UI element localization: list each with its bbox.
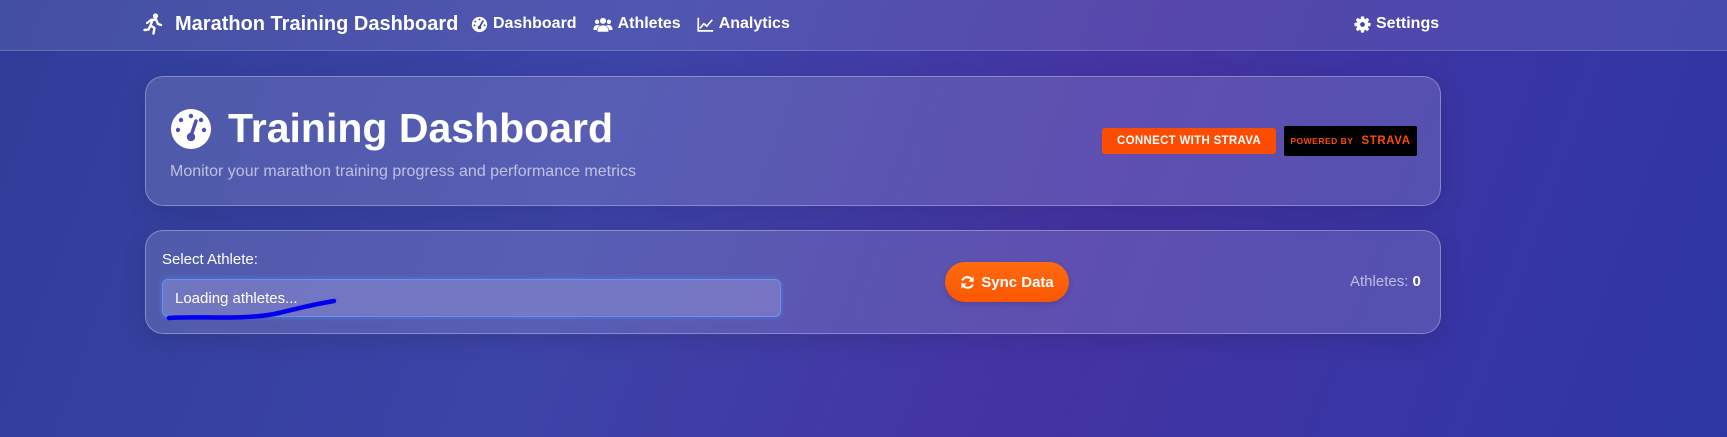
- nav-athletes[interactable]: Athletes: [593, 15, 681, 33]
- nav-athletes-label: Athletes: [617, 15, 681, 32]
- strava-logo-text: STRAVA: [1361, 135, 1411, 147]
- athlete-select-value: Loading athletes...: [175, 289, 298, 307]
- line-chart-icon: [697, 17, 713, 32]
- connect-strava-button[interactable]: CONNECT WITH STRAVA: [1102, 128, 1276, 154]
- nav-dashboard[interactable]: Dashboard: [471, 15, 577, 33]
- gauge-icon: [471, 16, 488, 32]
- running-person-icon: [143, 13, 163, 35]
- gear-icon: [1354, 15, 1371, 33]
- page-title-row: Training Dashboard: [170, 105, 613, 152]
- page-title: Training Dashboard: [228, 105, 613, 151]
- sync-data-button[interactable]: Sync Data: [945, 262, 1069, 302]
- nav-analytics[interactable]: Analytics: [697, 15, 790, 33]
- athlete-count-value: 0: [1412, 273, 1421, 290]
- page-subtitle: Monitor your marathon training progress …: [170, 163, 636, 180]
- athlete-select-dropdown[interactable]: Loading athletes...: [162, 279, 781, 317]
- nav-analytics-label: Analytics: [718, 15, 790, 32]
- nav-settings-label: Settings: [1376, 15, 1440, 32]
- dashboard-header-card: Training Dashboard Monitor your marathon…: [145, 76, 1441, 206]
- nav-dashboard-label: Dashboard: [493, 15, 577, 32]
- top-navbar: Marathon Training Dashboard Dashboard At…: [0, 0, 1727, 51]
- brand-title: Marathon Training Dashboard: [175, 12, 459, 35]
- nav-settings[interactable]: Settings: [1354, 12, 1439, 36]
- athlete-count: Athletes: 0: [1350, 273, 1421, 290]
- powered-by-strava-badge: POWERED BY STRAVA: [1284, 126, 1417, 156]
- sync-data-label: Sync Data: [981, 273, 1054, 291]
- brand-link[interactable]: Marathon Training Dashboard: [143, 10, 458, 38]
- powered-by-label: POWERED BY: [1290, 136, 1354, 146]
- sync-icon: [961, 275, 974, 289]
- athlete-selector-card: Select Athlete: Loading athletes... Sync…: [145, 230, 1441, 334]
- users-icon: [593, 17, 613, 32]
- select-athlete-label: Select Athlete:: [162, 251, 258, 268]
- nav-links: Dashboard Athletes Analytics: [471, 12, 790, 36]
- speedometer-icon: [171, 108, 211, 149]
- athlete-count-label: Athletes:: [1350, 273, 1409, 290]
